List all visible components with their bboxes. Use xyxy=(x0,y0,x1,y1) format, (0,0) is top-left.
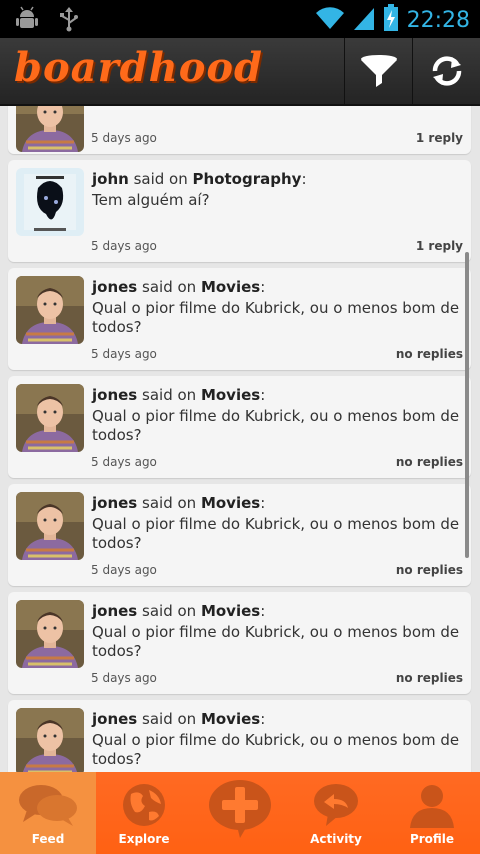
post-header: jones said on Movies: xyxy=(92,278,266,296)
post-header: jones said on Movies: xyxy=(92,602,266,620)
post-message: Qual o pior filme do Kubrick, ou o menos… xyxy=(92,299,460,336)
list-item[interactable]: jones said on Movies: Qual o pior filme … xyxy=(8,268,471,370)
username[interactable]: jones xyxy=(92,386,137,404)
avatar[interactable] xyxy=(16,106,84,152)
post-date: 5 days ago xyxy=(91,671,157,685)
person-icon xyxy=(410,785,454,828)
board-name[interactable]: Movies xyxy=(201,494,260,512)
post-date: 5 days ago xyxy=(91,455,157,469)
tab-new-post[interactable] xyxy=(192,772,288,854)
username[interactable]: jones xyxy=(92,710,137,728)
globe-icon xyxy=(123,784,165,826)
post-date: 5 days ago xyxy=(91,239,157,253)
action-bar: boardhood xyxy=(0,38,480,106)
reply-count: 1 reply xyxy=(415,131,463,145)
reply-bubble-icon xyxy=(314,784,358,826)
app-logo: boardhood xyxy=(14,44,264,91)
post-header: john said on Photography: xyxy=(92,170,307,188)
avatar[interactable] xyxy=(16,276,84,344)
board-name[interactable]: Movies xyxy=(201,710,260,728)
avatar[interactable] xyxy=(16,708,84,772)
plus-bubble-icon xyxy=(209,780,271,838)
list-item[interactable]: jones said on Movies: Qual o pior filme … xyxy=(8,484,471,586)
avatar[interactable] xyxy=(16,600,84,668)
refresh-icon xyxy=(432,56,461,86)
clock: 22:28 xyxy=(406,7,470,33)
refresh-button[interactable] xyxy=(412,38,480,104)
board-name[interactable]: Movies xyxy=(201,386,260,404)
post-date: 5 days ago xyxy=(91,347,157,361)
android-debug-icon xyxy=(14,6,40,36)
avatar[interactable] xyxy=(16,492,84,560)
tab-explore[interactable]: Explore xyxy=(96,772,192,854)
list-item[interactable]: jones said on Movies: Qual o pior filme … xyxy=(8,592,471,694)
bottom-nav: Feed Explore Activity Profile xyxy=(0,772,480,854)
tab-feed[interactable]: Feed xyxy=(0,772,96,854)
post-header: jones said on Movies: xyxy=(92,494,266,512)
wifi-icon xyxy=(315,5,345,35)
tab-activity[interactable]: Activity xyxy=(288,772,384,854)
tab-label: Feed xyxy=(31,832,65,846)
reply-count: no replies xyxy=(395,455,463,469)
filter-button[interactable] xyxy=(344,38,412,104)
username[interactable]: jones xyxy=(92,602,137,620)
board-name[interactable]: Movies xyxy=(201,602,260,620)
scrollbar[interactable] xyxy=(465,252,469,558)
post-date: 5 days ago xyxy=(91,131,157,145)
username[interactable]: jones xyxy=(92,278,137,296)
tab-profile[interactable]: Profile xyxy=(384,772,480,854)
speech-bubbles-icon xyxy=(19,785,77,826)
board-name[interactable]: Movies xyxy=(201,278,260,296)
list-item[interactable]: 5 days ago 1 reply xyxy=(8,106,471,154)
feed-list[interactable]: 5 days ago 1 reply john said on Photogra… xyxy=(0,106,480,772)
post-header: jones said on Movies: xyxy=(92,386,266,404)
reply-count: no replies xyxy=(395,563,463,577)
post-message: Qual o pior filme do Kubrick, ou o menos… xyxy=(92,623,460,660)
status-bar: 22:28 xyxy=(0,0,480,38)
tab-label: Activity xyxy=(310,832,362,846)
list-item[interactable]: jones said on Movies: Qual o pior filme … xyxy=(8,376,471,478)
reply-count: 1 reply xyxy=(415,239,463,253)
list-item[interactable]: john said on Photography: Tem alguém aí?… xyxy=(8,160,471,262)
username[interactable]: jones xyxy=(92,494,137,512)
battery-charging-icon xyxy=(383,4,399,36)
tab-label: Profile xyxy=(409,832,455,846)
reply-count: no replies xyxy=(395,347,463,361)
funnel-icon xyxy=(360,55,397,87)
username[interactable]: john xyxy=(92,170,129,188)
usb-icon xyxy=(58,6,80,36)
post-message: Qual o pior filme do Kubrick, ou o menos… xyxy=(92,731,460,768)
avatar[interactable] xyxy=(16,168,84,236)
post-message: Qual o pior filme do Kubrick, ou o menos… xyxy=(92,515,460,552)
post-message: Qual o pior filme do Kubrick, ou o menos… xyxy=(92,407,460,444)
post-message: Tem alguém aí? xyxy=(92,191,210,209)
post-date: 5 days ago xyxy=(91,563,157,577)
post-header: jones said on Movies: xyxy=(92,710,266,728)
tab-label: Explore xyxy=(118,832,170,846)
reply-count: no replies xyxy=(395,671,463,685)
signal-icon xyxy=(353,5,375,35)
list-item[interactable]: jones said on Movies: Qual o pior filme … xyxy=(8,700,471,772)
avatar[interactable] xyxy=(16,384,84,452)
board-name[interactable]: Photography xyxy=(193,170,302,188)
